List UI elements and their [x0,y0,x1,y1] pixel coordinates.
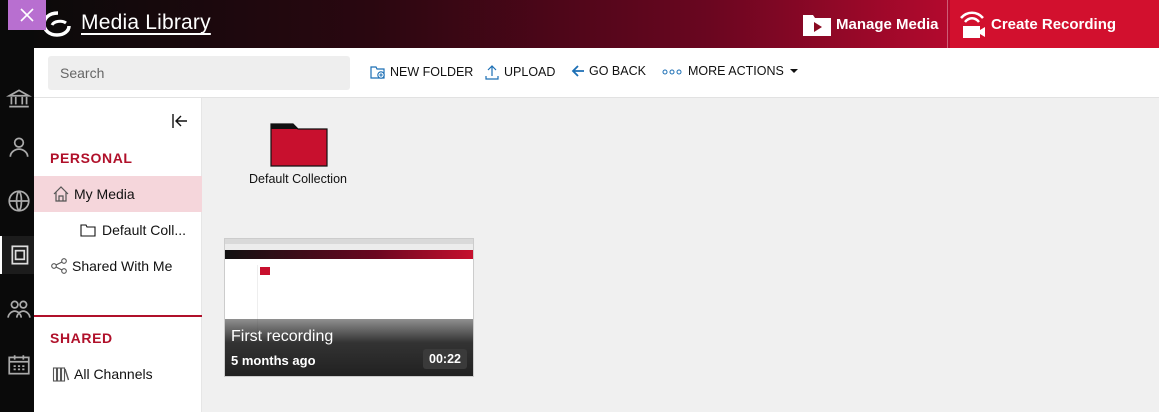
thumbnail-header [225,250,473,259]
upload-button[interactable]: UPLOAD [484,64,555,80]
sidebar-item-label: Default Coll... [102,222,187,238]
section-title-shared: SHARED [50,330,113,346]
sidebar-item-shared-with-me[interactable]: Shared With Me [34,248,202,284]
user-icon[interactable] [0,128,34,166]
header-bar: Media Library Manage Media Create Record… [34,0,1159,48]
folder-label: Default Collection [249,172,347,186]
more-actions-button[interactable]: MORE ACTIONS [662,64,800,78]
recording-icon [960,11,985,38]
more-actions-label: MORE ACTIONS [688,64,784,78]
sidebar-item-all-channels[interactable]: All Channels [34,356,202,392]
upload-label: UPLOAD [504,65,556,79]
calendar-icon[interactable] [0,346,34,384]
toolbar: NEW FOLDER UPLOAD GO BACK MORE ACTIONS [34,48,1159,98]
caret-down-icon [789,69,798,73]
duration-badge: 00:22 [423,349,467,369]
media-age: 5 months ago [231,353,316,368]
arrow-left-icon [571,65,584,77]
new-folder-button[interactable]: NEW FOLDER [370,64,473,80]
page-title[interactable]: Media Library [81,11,211,35]
sidebar-item-my-media[interactable]: My Media [34,176,202,212]
upload-icon [485,65,499,80]
folder-item[interactable]: Default Collection [249,118,359,186]
sidebar-divider [34,315,202,317]
home-icon [53,186,69,202]
app-rail [0,0,34,412]
manage-media-label: Manage Media [836,15,939,33]
collapse-sidebar-icon[interactable] [170,112,190,130]
sidebar-item-label: My Media [74,186,135,202]
close-icon[interactable] [8,0,46,30]
new-folder-icon [370,66,385,79]
media-library-icon[interactable] [0,236,34,274]
globe-icon[interactable] [0,182,34,220]
more-dots-icon [662,69,682,75]
media-card[interactable]: First recording 5 months ago 00:22 [224,238,474,377]
media-title: First recording [231,328,334,345]
create-recording-label: Create Recording [991,15,1117,33]
sidebar: PERSONAL My Media Default Coll... Shared… [34,98,202,412]
channels-icon [52,367,70,382]
section-title-personal: PERSONAL [50,150,133,166]
thumbnail-folder [260,267,270,275]
media-grid: Default Collection First recording 5 mon… [203,98,1159,412]
share-icon [51,258,67,274]
new-folder-label: NEW FOLDER [390,65,474,79]
sidebar-item-label: All Channels [74,366,153,382]
sidebar-item-label: Shared With Me [72,258,173,274]
search-input[interactable] [48,56,350,90]
group-icon[interactable] [0,290,34,328]
manage-media-button[interactable]: Manage Media [802,0,948,48]
create-recording-button[interactable]: Create Recording [950,0,1159,48]
folder-play-icon [803,15,831,36]
sidebar-item-default-collection[interactable]: Default Coll... [34,212,202,248]
go-back-label: GO BACK [589,64,646,78]
folder-icon [80,224,96,237]
bank-icon[interactable] [0,80,34,118]
folder-icon [270,123,328,167]
go-back-button[interactable]: GO BACK [571,64,646,78]
